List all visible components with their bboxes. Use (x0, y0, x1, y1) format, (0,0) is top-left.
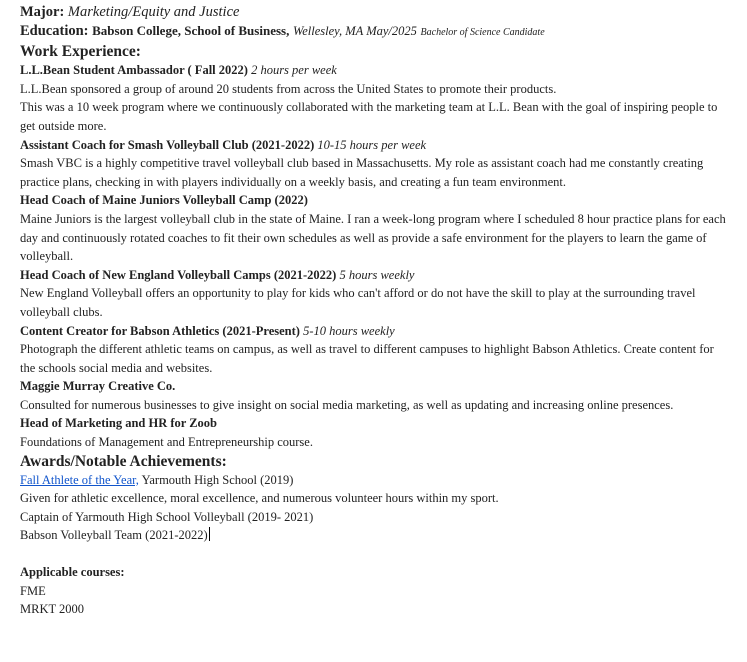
award-line: Captain of Yarmouth High School Volleyba… (20, 509, 314, 524)
award-line: Babson Volleyball Team (2021-2022) (20, 526, 727, 545)
job-title-line: Assistant Coach for Smash Volleyball Clu… (20, 136, 727, 155)
work-experience-heading: Work Experience: (20, 43, 141, 61)
awards-heading: Awards/Notable Achievements: (20, 452, 227, 470)
job-description: Foundations of Management and Entreprene… (20, 435, 313, 450)
resume-document[interactable]: Major: Marketing/Equity and Justice Educ… (0, 0, 747, 619)
course-item: FME (20, 583, 46, 598)
job-title-line: Head of Marketing and HR for Zoob (20, 414, 727, 433)
award-line: Fall Athlete of the Year, Yarmouth High … (20, 471, 727, 490)
education-label: Education: (20, 22, 89, 39)
education-degree: Bachelor of Science Candidate (420, 26, 545, 38)
education-line: Education: Babson College, School of Bus… (20, 22, 727, 43)
job-description: This was a 10 week program where we cont… (20, 100, 718, 133)
major-label: Major: (20, 4, 65, 20)
award-line: Given for athletic excellence, moral exc… (20, 491, 499, 506)
job-title-line: Maggie Murray Creative Co. (20, 377, 727, 396)
education-location: Wellesley, MA May/2025 (292, 23, 417, 38)
award-detail: Yarmouth High School (2019) (138, 472, 294, 487)
job-hours: 5 hours weekly (339, 267, 415, 282)
major-value: Marketing/Equity and Justice (67, 4, 240, 20)
job-description: New England Volleyball offers an opportu… (20, 286, 696, 319)
job-title: L.L.Bean Student Ambassador ( Fall 2022) (20, 63, 248, 78)
job-hours: 2 hours per week (251, 63, 337, 78)
course-item: MRKT 2000 (20, 602, 85, 617)
courses-heading-line: Applicable courses: (20, 563, 727, 582)
job-title: Content Creator for Babson Athletics (20… (20, 323, 300, 338)
job-description: Photograph the different athletic teams … (20, 342, 714, 375)
job-title-line: Content Creator for Babson Athletics (20… (20, 322, 727, 341)
award-text: Babson Volleyball Team (2021-2022) (20, 528, 208, 543)
job-title: Assistant Coach for Smash Volleyball Clu… (20, 137, 315, 152)
courses-heading: Applicable courses: (20, 565, 125, 580)
text-cursor (208, 527, 210, 542)
job-title-line: Head Coach of Maine Juniors Volleyball C… (20, 191, 727, 210)
job-title: Maggie Murray Creative Co. (20, 379, 176, 394)
job-description: Maine Juniors is the largest volleyball … (20, 211, 726, 264)
major-line: Major: Marketing/Equity and Justice (20, 3, 727, 22)
education-school: Babson College, School of Business, (92, 22, 290, 38)
job-description: L.L.Bean sponsored a group of around 20 … (20, 81, 557, 96)
job-title-line: Head Coach of New England Volleyball Cam… (20, 266, 727, 285)
job-title: Head Coach of Maine Juniors Volleyball C… (20, 193, 308, 208)
job-hours: 10-15 hours per week (317, 137, 427, 152)
job-title: Head of Marketing and HR for Zoob (20, 416, 217, 431)
job-hours: 5-10 hours weekly (303, 323, 395, 338)
job-title: Head Coach of New England Volleyball Cam… (20, 267, 337, 282)
job-title-line: L.L.Bean Student Ambassador ( Fall 2022)… (20, 61, 727, 80)
job-description: Smash VBC is a highly competitive travel… (20, 156, 704, 189)
job-description: Consulted for numerous businesses to giv… (20, 397, 674, 412)
fall-athlete-link[interactable]: Fall Athlete of the Year, (20, 473, 139, 487)
